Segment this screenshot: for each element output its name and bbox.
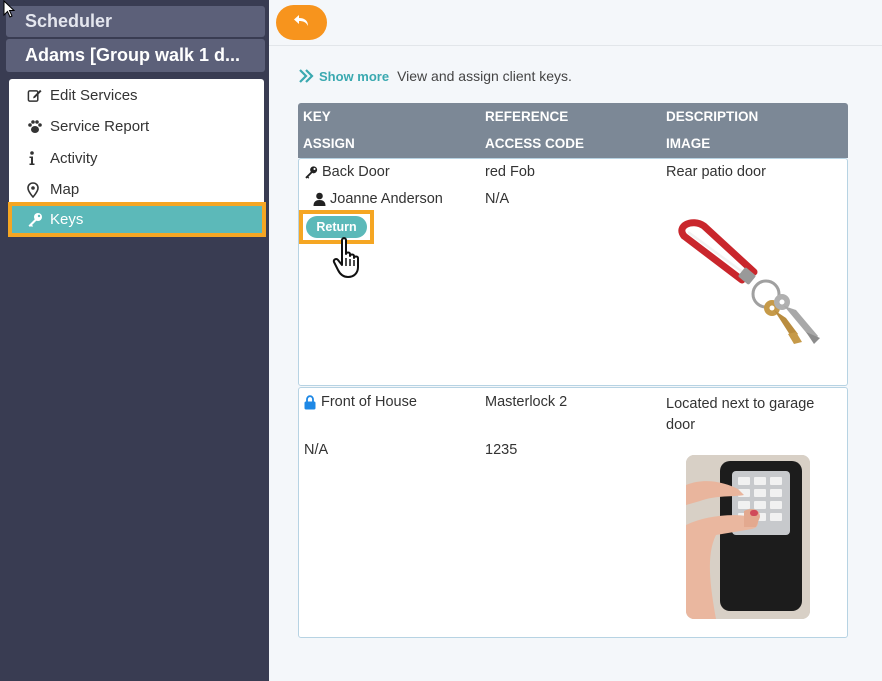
sidebar-item-map[interactable]: Map	[9, 174, 264, 205]
header-assign[interactable]: ASSIGN	[303, 136, 355, 151]
sidebar-item-activity[interactable]: Activity	[9, 143, 264, 174]
key-card-back-door: Back Door red Fob Rear patio door Joanne…	[298, 158, 848, 386]
sidebar-title[interactable]: Scheduler	[6, 6, 265, 37]
key-icon	[27, 212, 49, 228]
assigned-user-cell: Joanne Anderson	[313, 191, 443, 207]
info-icon	[27, 151, 49, 167]
sidebar-item-label: Activity	[50, 150, 98, 167]
key-description: Rear patio door	[666, 164, 766, 180]
sidebar-item-keys[interactable]: Keys	[8, 202, 266, 237]
header-key[interactable]: KEY	[303, 109, 331, 124]
header-description[interactable]: DESCRIPTION	[666, 109, 758, 124]
sidebar-item-service-report[interactable]: Service Report	[9, 111, 264, 142]
keys-image	[674, 214, 824, 364]
toolbar-divider	[269, 45, 882, 46]
undo-icon	[293, 14, 311, 31]
edit-icon	[27, 88, 49, 104]
intro-text: View and assign client keys.	[397, 68, 572, 84]
access-code: 1235	[485, 442, 518, 458]
header-image[interactable]: IMAGE	[666, 136, 710, 151]
keys-table-header: KEY REFERENCE DESCRIPTION ASSIGN ACCESS …	[298, 103, 848, 158]
sidebar-subtitle[interactable]: Adams [Group walk 1 d...	[6, 39, 265, 72]
sidebar-item-label: Service Report	[50, 118, 150, 135]
back-button[interactable]	[276, 5, 327, 40]
intro-line: Show more View and assign client keys.	[299, 66, 572, 86]
key-reference: Masterlock 2	[485, 394, 568, 410]
assigned-value: N/A	[304, 442, 329, 458]
return-button[interactable]: Return	[306, 216, 367, 238]
key-name: Front of House	[321, 394, 417, 410]
user-icon	[313, 192, 326, 206]
chevrons-right-icon	[299, 69, 315, 83]
key-name-cell: Back Door	[304, 164, 390, 180]
key-name: Back Door	[322, 164, 390, 180]
sidebar-item-label: Keys	[50, 211, 84, 228]
lock-icon	[304, 394, 316, 410]
assigned-user-name[interactable]: Joanne Anderson	[330, 191, 443, 207]
header-reference[interactable]: REFERENCE	[485, 109, 568, 124]
show-more-label: Show more	[319, 68, 390, 84]
sidebar-menu: Edit Services Service Report Activity Ma…	[8, 79, 266, 237]
sidebar: Scheduler Adams [Group walk 1 d... Edit …	[0, 0, 269, 681]
sidebar-item-label: Edit Services	[50, 87, 138, 104]
key-reference: red Fob	[485, 164, 535, 180]
show-more-link[interactable]: Show more	[299, 69, 389, 84]
access-code: N/A	[485, 191, 510, 207]
key-icon	[304, 165, 318, 179]
lockbox-image	[686, 455, 810, 619]
paw-icon	[27, 119, 49, 135]
hand-cursor-icon	[332, 236, 368, 283]
sidebar-item-label: Map	[50, 181, 80, 198]
map-pin-icon	[27, 181, 49, 198]
mouse-pointer-icon	[3, 0, 16, 21]
key-description: Located next to garage door	[666, 396, 815, 433]
sidebar-item-edit-services[interactable]: Edit Services	[9, 80, 264, 111]
key-name-cell: Front of House	[304, 394, 417, 410]
header-access-code[interactable]: ACCESS CODE	[485, 136, 584, 151]
key-card-front-of-house: Front of House Masterlock 2 Located next…	[298, 387, 848, 638]
